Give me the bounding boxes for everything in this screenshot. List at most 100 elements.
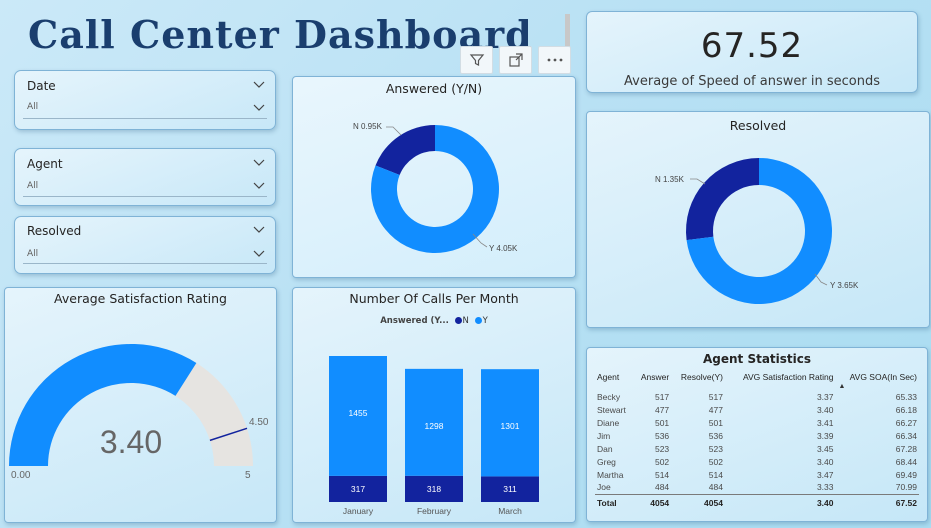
cell-agent: Stewart: [597, 404, 626, 415]
dashboard-title: Call Center Dashboard: [28, 12, 533, 57]
cell-answer: 502: [654, 456, 670, 467]
sort-ascending-icon[interactable]: ▲: [839, 383, 846, 390]
speed-of-answer-card[interactable]: 67.52 Average of Speed of answer in seco…: [586, 11, 918, 93]
cell-soa: 66.18: [895, 404, 917, 415]
agent-slicer-value[interactable]: All: [27, 181, 38, 191]
agent-statistics-card[interactable]: Agent Statistics Agent Answer Resolve(Y)…: [586, 347, 928, 522]
cell-agent: Jim: [597, 430, 611, 441]
x-axis-tick-label: March: [498, 506, 522, 516]
cell-agent: Joe: [597, 482, 611, 493]
cell-soa: 66.27: [895, 417, 917, 428]
cell-agent: Becky: [597, 391, 621, 402]
resolved-n-label: N 1.35K: [655, 175, 685, 184]
chevron-down-icon[interactable]: [253, 81, 265, 89]
bar-data-label: 311: [503, 484, 517, 494]
resolved-slicer[interactable]: Resolved All: [14, 216, 276, 274]
chevron-down-icon[interactable]: [253, 104, 265, 112]
table-row[interactable]: Martha 514 514 3.47 69.49: [595, 468, 919, 481]
column-header-resolve[interactable]: Resolve(Y): [671, 370, 725, 384]
cell-resolve: 523: [708, 443, 723, 454]
slicer-underline: [23, 118, 267, 119]
cell-resolve: 502: [708, 456, 723, 467]
total-agent: Total: [595, 493, 634, 508]
cell-answer: 484: [654, 482, 670, 493]
cell-soa: 67.28: [895, 443, 917, 454]
answered-n-label: N 0.95K: [353, 122, 383, 131]
table-row[interactable]: Stewart 477 477 3.40 66.18: [595, 403, 919, 416]
resolved-donut-chart[interactable]: N 1.35K Y 3.65K: [587, 112, 931, 329]
bar-data-label: 1298: [425, 421, 444, 431]
resolved-slicer-value[interactable]: All: [27, 249, 38, 259]
gauge-min: 0.00: [11, 470, 31, 481]
table-row[interactable]: Diane 501 501 3.41 66.27: [595, 416, 919, 429]
cell-satisfaction: 3.41: [816, 417, 834, 428]
x-axis-tick-label: February: [417, 506, 452, 516]
donut-slice-n[interactable]: [686, 158, 759, 241]
speed-of-answer-value: 67.52: [700, 26, 804, 66]
cell-agent: Diane: [597, 417, 620, 428]
column-header-satisfaction[interactable]: AVG Satisfaction Rating: [725, 370, 836, 384]
agent-table: Agent Answer Resolve(Y) AVG Satisfaction…: [595, 370, 919, 508]
donut-slice-n[interactable]: [375, 125, 435, 176]
table-row[interactable]: Greg 502 502 3.40 68.44: [595, 455, 919, 468]
cell-resolve: 536: [708, 430, 723, 441]
column-header-soa-label: AVG SOA(In Sec): [849, 372, 917, 382]
date-slicer[interactable]: Date All: [14, 70, 276, 130]
slicer-underline: [23, 196, 267, 197]
cell-soa: 65.33: [895, 391, 917, 402]
table-row[interactable]: Joe 484 484 3.33 70.99: [595, 481, 919, 494]
cell-answer: 501: [654, 417, 670, 428]
satisfaction-gauge[interactable]: 3.40 0.00 5 4.50: [5, 288, 278, 524]
cell-agent: Dan: [597, 443, 613, 454]
cell-answer: 536: [654, 430, 670, 441]
cell-resolve: 501: [708, 417, 723, 428]
cell-satisfaction: 3.33: [816, 482, 834, 493]
total-answer: 4054: [633, 493, 672, 508]
cell-satisfaction: 3.45: [816, 443, 834, 454]
column-header-soa[interactable]: AVG SOA(In Sec) ▲: [836, 370, 920, 390]
calls-per-month-card[interactable]: Number Of Calls Per Month Answered (Y...…: [292, 287, 576, 523]
calls-bar-chart[interactable]: 317 1455 January 318 1298 February 311 1301 Marc…: [293, 288, 577, 524]
more-options-icon[interactable]: [538, 46, 571, 74]
cell-soa: 68.44: [895, 456, 917, 467]
column-header-answer[interactable]: Answer: [633, 370, 671, 384]
answered-donut-chart[interactable]: N 0.95K Y 4.05K: [293, 77, 577, 279]
column-header-agent[interactable]: Agent: [595, 370, 633, 384]
cell-answer: 514: [654, 469, 670, 480]
cell-agent: Greg: [597, 456, 616, 467]
cell-satisfaction: 3.39: [816, 430, 834, 441]
cell-answer: 523: [654, 443, 670, 454]
slicer-underline: [23, 263, 267, 264]
chevron-down-icon[interactable]: [253, 182, 265, 190]
agent-slicer[interactable]: Agent All: [14, 148, 276, 206]
cell-satisfaction: 3.47: [816, 469, 834, 480]
x-axis-tick-label: January: [343, 506, 374, 516]
chevron-down-icon[interactable]: [253, 226, 265, 234]
date-slicer-value[interactable]: All: [27, 102, 38, 112]
filter-icon[interactable]: [460, 46, 493, 74]
leader-line: [472, 233, 488, 248]
date-slicer-label: Date: [27, 79, 56, 93]
chevron-down-icon[interactable]: [253, 250, 265, 258]
cell-resolve: 484: [708, 482, 723, 493]
focus-mode-icon[interactable]: [499, 46, 532, 74]
table-row[interactable]: Dan 523 523 3.45 67.28: [595, 442, 919, 455]
resolved-donut-card[interactable]: Resolved N 1.35K Y 3.65K: [586, 111, 930, 328]
cell-soa: 69.49: [895, 469, 917, 480]
table-row[interactable]: Jim 536 536 3.39 66.34: [595, 429, 919, 442]
table-row[interactable]: Becky 517 517 3.37 65.33: [595, 390, 919, 403]
answered-y-label: Y 4.05K: [489, 244, 518, 253]
satisfaction-gauge-card[interactable]: Average Satisfaction Rating 3.40 0.00 5 4.5…: [4, 287, 277, 523]
total-resolve: 4054: [671, 493, 725, 508]
total-satisfaction: 3.40: [724, 493, 836, 508]
cell-answer: 477: [654, 404, 670, 415]
cell-resolve: 477: [708, 404, 723, 415]
cell-soa: 70.99: [895, 482, 917, 493]
cell-soa: 66.34: [895, 430, 917, 441]
agent-slicer-label: Agent: [27, 157, 63, 171]
answered-donut-card[interactable]: Answered (Y/N) N 0.95K Y 4.05K: [292, 76, 576, 278]
cell-agent: Martha: [597, 469, 624, 480]
resolved-slicer-label: Resolved: [27, 224, 82, 238]
chevron-down-icon[interactable]: [253, 159, 265, 167]
leader-line: [386, 126, 402, 136]
